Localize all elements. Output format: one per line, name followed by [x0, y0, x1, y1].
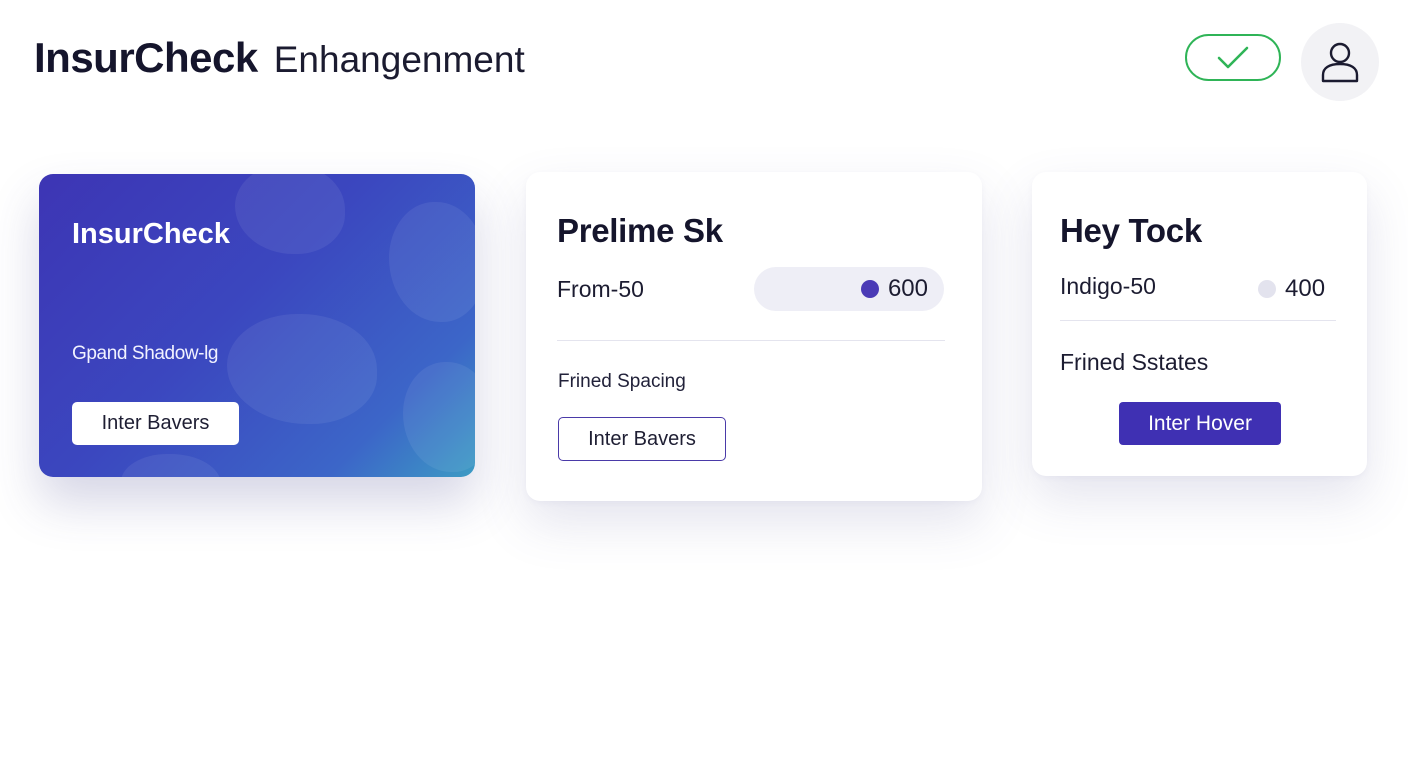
- card-title: InsurCheck: [72, 218, 230, 250]
- row-label: From-50: [557, 276, 644, 302]
- profile-button[interactable]: [1301, 23, 1379, 101]
- decorative-blob: [227, 314, 377, 424]
- brand-card: InsurCheck Gpand Shadow-lg Inter Bavers: [39, 174, 475, 477]
- middle-card: Prelime Sk From-50 600 Frined Spacing In…: [526, 172, 982, 501]
- value-pill: 600: [754, 267, 944, 311]
- status-indicator: 400: [1258, 275, 1325, 303]
- brand-card-button[interactable]: Inter Bavers: [72, 402, 239, 445]
- pill-value: 600: [887, 275, 928, 302]
- decorative-blob: [389, 202, 475, 322]
- app-title: InsurCheck: [34, 34, 258, 81]
- card-title: Hey Tock: [1060, 212, 1202, 249]
- card-title: Prelime Sk: [557, 212, 723, 249]
- decorative-blob: [121, 454, 221, 477]
- indicator-dot: [860, 280, 879, 298]
- page: InsurCheck Enhangenment InsurCheck Gpand…: [0, 0, 1408, 768]
- row-label: Indigo-50: [1060, 273, 1156, 299]
- status-check-button[interactable]: [1185, 34, 1281, 81]
- page-subtitle: Enhangenment: [273, 39, 525, 80]
- middle-card-button[interactable]: Inter Bavers: [558, 417, 726, 461]
- decorative-blob: [403, 362, 475, 472]
- divider: [557, 340, 945, 341]
- divider: [1060, 320, 1336, 321]
- section-label: Frined Spacing: [558, 371, 686, 392]
- right-card: Hey Tock Indigo-50 400 Frined Sstates In…: [1032, 172, 1367, 476]
- decorative-blob: [235, 174, 345, 254]
- indicator-dot: [1258, 280, 1276, 298]
- status-value: 400: [1285, 275, 1326, 302]
- checkmark-icon: [1217, 46, 1249, 68]
- section-label: Frined Sstates: [1060, 349, 1209, 375]
- user-icon: [1321, 42, 1359, 83]
- card-description: Gpand Shadow-lg: [72, 343, 219, 364]
- right-card-button[interactable]: Inter Hover: [1119, 402, 1281, 445]
- app-header: InsurCheck Enhangenment: [34, 34, 525, 82]
